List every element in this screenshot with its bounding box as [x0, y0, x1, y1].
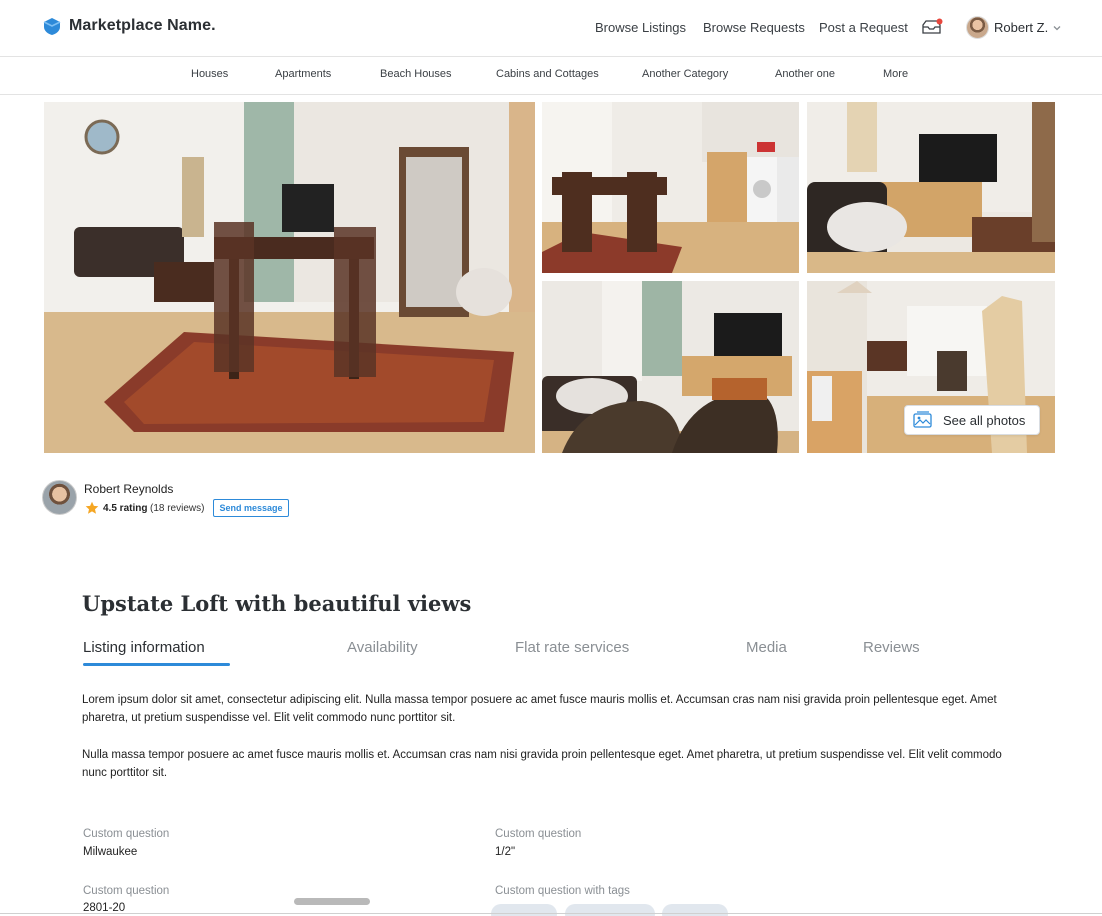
question-value: Milwaukee [83, 846, 138, 858]
notification-dot [936, 18, 943, 25]
see-all-photos-label: See all photos [943, 412, 1026, 428]
category-beach-houses[interactable]: Beach Houses [380, 68, 452, 80]
question-tag[interactable] [491, 904, 557, 916]
category-cabins-cottages[interactable]: Cabins and Cottages [496, 68, 599, 80]
see-all-photos-button[interactable]: See all photos [904, 405, 1040, 435]
user-menu[interactable]: Robert Z. [966, 16, 1062, 39]
tab-availability[interactable]: Availability [347, 639, 418, 656]
category-another-category[interactable]: Another Category [642, 68, 728, 80]
question-value: 1/2" [495, 846, 516, 858]
listing-title: Upstate Loft with beautiful views [82, 591, 472, 616]
host-review-count[interactable]: (18 reviews) [150, 503, 204, 514]
avatar [966, 16, 989, 39]
gallery-photo-main[interactable] [44, 102, 535, 453]
horizontal-scrollbar[interactable] [294, 898, 370, 905]
category-apartments[interactable]: Apartments [275, 68, 331, 80]
tab-listing-information[interactable]: Listing information [83, 639, 205, 656]
star-icon [85, 501, 99, 514]
tab-media[interactable]: Media [746, 639, 787, 656]
gallery-photo-kitchen[interactable] [542, 102, 799, 273]
chevron-down-icon [1053, 25, 1061, 30]
gallery-photo-living-room[interactable] [807, 102, 1055, 273]
host-rating: 4.5 rating [103, 503, 148, 514]
tab-reviews[interactable]: Reviews [863, 639, 920, 656]
category-another-one[interactable]: Another one [775, 68, 835, 80]
gallery-photo-lounge[interactable] [542, 281, 799, 453]
listing-description-paragraph: Nulla massa tempor posuere ac amet fusce… [82, 749, 1002, 779]
living-room-image [807, 102, 1055, 273]
question-tag[interactable] [565, 904, 655, 916]
nav-browse-listings[interactable]: Browse Listings [595, 20, 686, 35]
question-label-with-tags: Custom question with tags [495, 885, 630, 897]
listing-description-paragraph: Lorem ipsum dolor sit amet, consectetur … [82, 694, 997, 724]
photos-icon [913, 411, 932, 428]
question-label: Custom question [83, 828, 170, 840]
divider [0, 913, 1102, 914]
nav-post-request[interactable]: Post a Request [819, 20, 908, 35]
top-navigation-bar: Marketplace Name. Browse Listings Browse… [0, 0, 1102, 57]
question-tag[interactable] [662, 904, 728, 916]
brand[interactable]: Marketplace Name. [42, 16, 216, 36]
category-houses[interactable]: Houses [191, 68, 228, 80]
dining-room-image [44, 102, 535, 453]
tab-flat-rate-services[interactable]: Flat rate services [515, 639, 629, 656]
user-name: Robert Z. [994, 20, 1049, 35]
question-label: Custom question [495, 828, 582, 840]
question-label: Custom question [83, 885, 170, 897]
lounge-image [542, 281, 799, 453]
nav-browse-requests[interactable]: Browse Requests [703, 20, 805, 35]
category-bar: Houses Apartments Beach Houses Cabins an… [0, 57, 1102, 95]
category-more[interactable]: More [883, 68, 908, 80]
active-tab-indicator [83, 663, 230, 666]
kitchen-image [542, 102, 799, 273]
host-name[interactable]: Robert Reynolds [84, 482, 173, 496]
host-avatar[interactable] [42, 480, 77, 515]
brand-name: Marketplace Name. [69, 17, 216, 34]
inbox-icon[interactable] [921, 18, 943, 36]
send-message-button[interactable]: Send message [213, 499, 289, 517]
brand-logo-icon [43, 18, 61, 35]
